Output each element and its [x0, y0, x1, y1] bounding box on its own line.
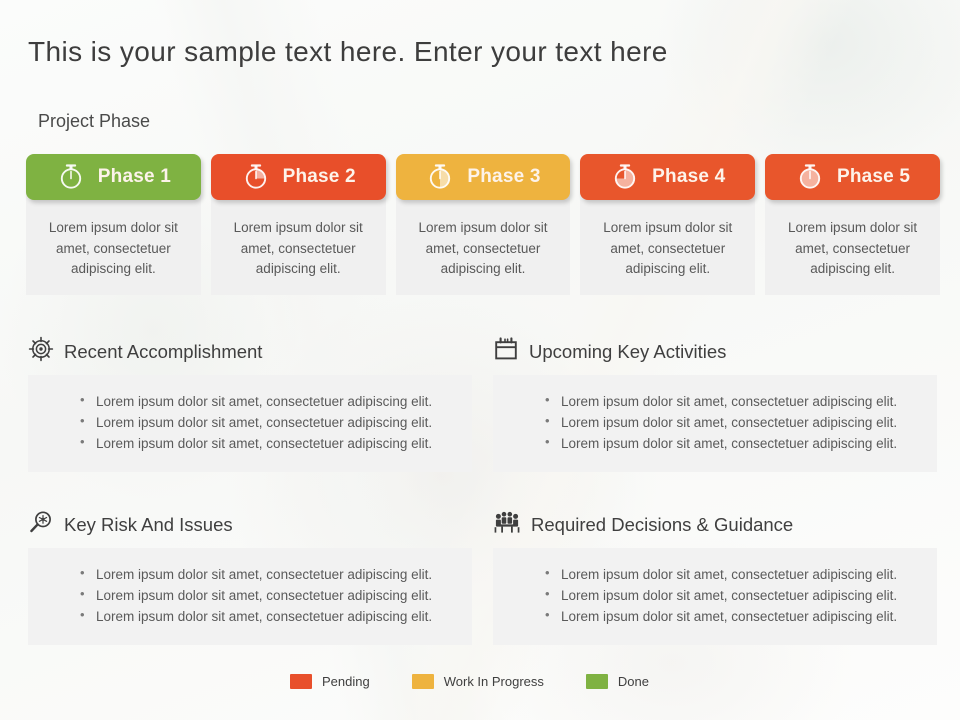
- status-legend: Pending Work In Progress Done: [290, 674, 649, 689]
- phase-header[interactable]: Phase 2: [210, 154, 386, 200]
- phase-title: Phase 5: [836, 166, 911, 187]
- section-panel: Lorem ipsum dolor sit amet, consectetuer…: [28, 375, 472, 473]
- list-item: Lorem ipsum dolor sit amet, consectetuer…: [545, 390, 919, 412]
- section-panel: Lorem ipsum dolor sit amet, consectetuer…: [493, 548, 937, 646]
- stopwatch-icon: [241, 162, 271, 192]
- legend-item: Pending: [290, 674, 370, 689]
- phase-title: Phase 2: [282, 166, 356, 187]
- list-item: Lorem ipsum dolor sit amet, consectetuer…: [80, 411, 454, 433]
- stopwatch-icon: [56, 162, 86, 192]
- section-panel: Lorem ipsum dolor sit amet, consectetuer…: [28, 548, 472, 646]
- legend-label: Done: [617, 674, 649, 689]
- legend-item: Work In Progress: [411, 674, 544, 689]
- phase-card[interactable]: Lorem ipsum dolor sit amet, consectetuer…: [210, 148, 386, 295]
- bullet-list: Lorem ipsum dolor sit amet, consectetuer…: [511, 563, 919, 627]
- list-item: Lorem ipsum dolor sit amet, consectetuer…: [545, 584, 919, 606]
- bullet-list: Lorem ipsum dolor sit amet, consectetuer…: [511, 390, 919, 454]
- list-item: Lorem ipsum dolor sit amet, consectetuer…: [80, 390, 454, 412]
- phase-card-row: Lorem ipsum dolor sit amet, consectetuer…: [26, 148, 940, 295]
- phase-card[interactable]: Lorem ipsum dolor sit amet, consectetuer…: [765, 148, 940, 295]
- slide-canvas: This is your sample text here. Enter you…: [0, 0, 960, 720]
- section-title: Required Decisions & Guidance: [531, 513, 794, 535]
- phase-header[interactable]: Phase 4: [580, 154, 756, 200]
- stopwatch-icon: [795, 162, 825, 192]
- legend-item: Done: [585, 674, 649, 689]
- section-upcoming-key-activities: Upcoming Key Activities Lorem ipsum dolor…: [493, 336, 937, 473]
- phase-header[interactable]: Phase 3: [395, 154, 571, 200]
- section-header: Required Decisions & Guidance: [493, 509, 937, 540]
- legend-swatch: [411, 674, 434, 689]
- list-item: Lorem ipsum dolor sit amet, consectetuer…: [80, 584, 454, 606]
- bullet-list: Lorem ipsum dolor sit amet, consectetuer…: [46, 563, 454, 627]
- phase-title: Phase 3: [467, 166, 541, 187]
- calendar-icon: [493, 336, 519, 367]
- list-item: Lorem ipsum dolor sit amet, consectetuer…: [545, 411, 919, 433]
- bullet-list: Lorem ipsum dolor sit amet, consectetuer…: [46, 390, 454, 454]
- legend-label: Work In Progress: [443, 674, 544, 689]
- phase-card[interactable]: Lorem ipsum dolor sit amet, consectetuer…: [580, 148, 756, 295]
- legend-swatch: [290, 674, 312, 689]
- list-item: Lorem ipsum dolor sit amet, consectetuer…: [80, 605, 454, 627]
- list-item: Lorem ipsum dolor sit amet, consectetuer…: [80, 563, 454, 585]
- phase-header[interactable]: Phase 5: [765, 154, 940, 200]
- project-phase-label: Project Phase: [38, 111, 151, 131]
- list-item: Lorem ipsum dolor sit amet, consectetuer…: [545, 605, 919, 627]
- section-recent-accomplishment: Recent Accomplishment Lorem ipsum dolor s…: [28, 336, 472, 473]
- section-title: Upcoming Key Activities: [529, 340, 727, 362]
- phase-title: Phase 4: [652, 166, 726, 187]
- section-required-decisions-guidance: Required Decisions & Guidance Lorem ipsum…: [493, 509, 937, 646]
- page-title: This is your sample text here. Enter you…: [28, 36, 668, 67]
- stopwatch-icon: [610, 162, 640, 192]
- section-header: Recent Accomplishment: [28, 336, 472, 367]
- list-item: Lorem ipsum dolor sit amet, consectetuer…: [545, 563, 919, 585]
- phase-card[interactable]: Lorem ipsum dolor sit amet, consectetuer…: [26, 148, 201, 295]
- meeting-icon: [493, 509, 521, 540]
- legend-label: Pending: [322, 674, 370, 689]
- section-title: Key Risk And Issues: [64, 513, 233, 535]
- section-title: Recent Accomplishment: [64, 340, 263, 362]
- list-item: Lorem ipsum dolor sit amet, consectetuer…: [545, 432, 919, 454]
- phase-card[interactable]: Lorem ipsum dolor sit amet, consectetuer…: [395, 148, 571, 295]
- section-header: Upcoming Key Activities: [493, 336, 937, 367]
- magnifier-icon: [28, 509, 54, 540]
- stopwatch-icon: [425, 162, 455, 192]
- section-key-risk-and-issues: Key Risk And Issues Lorem ipsum dolor sit…: [28, 509, 472, 646]
- list-item: Lorem ipsum dolor sit amet, consectetuer…: [80, 432, 454, 454]
- target-icon: [28, 336, 54, 367]
- section-panel: Lorem ipsum dolor sit amet, consectetuer…: [493, 375, 937, 473]
- section-header: Key Risk And Issues: [28, 509, 472, 540]
- legend-swatch: [585, 674, 608, 689]
- phase-title: Phase 1: [97, 166, 172, 187]
- phase-header[interactable]: Phase 1: [26, 154, 201, 200]
